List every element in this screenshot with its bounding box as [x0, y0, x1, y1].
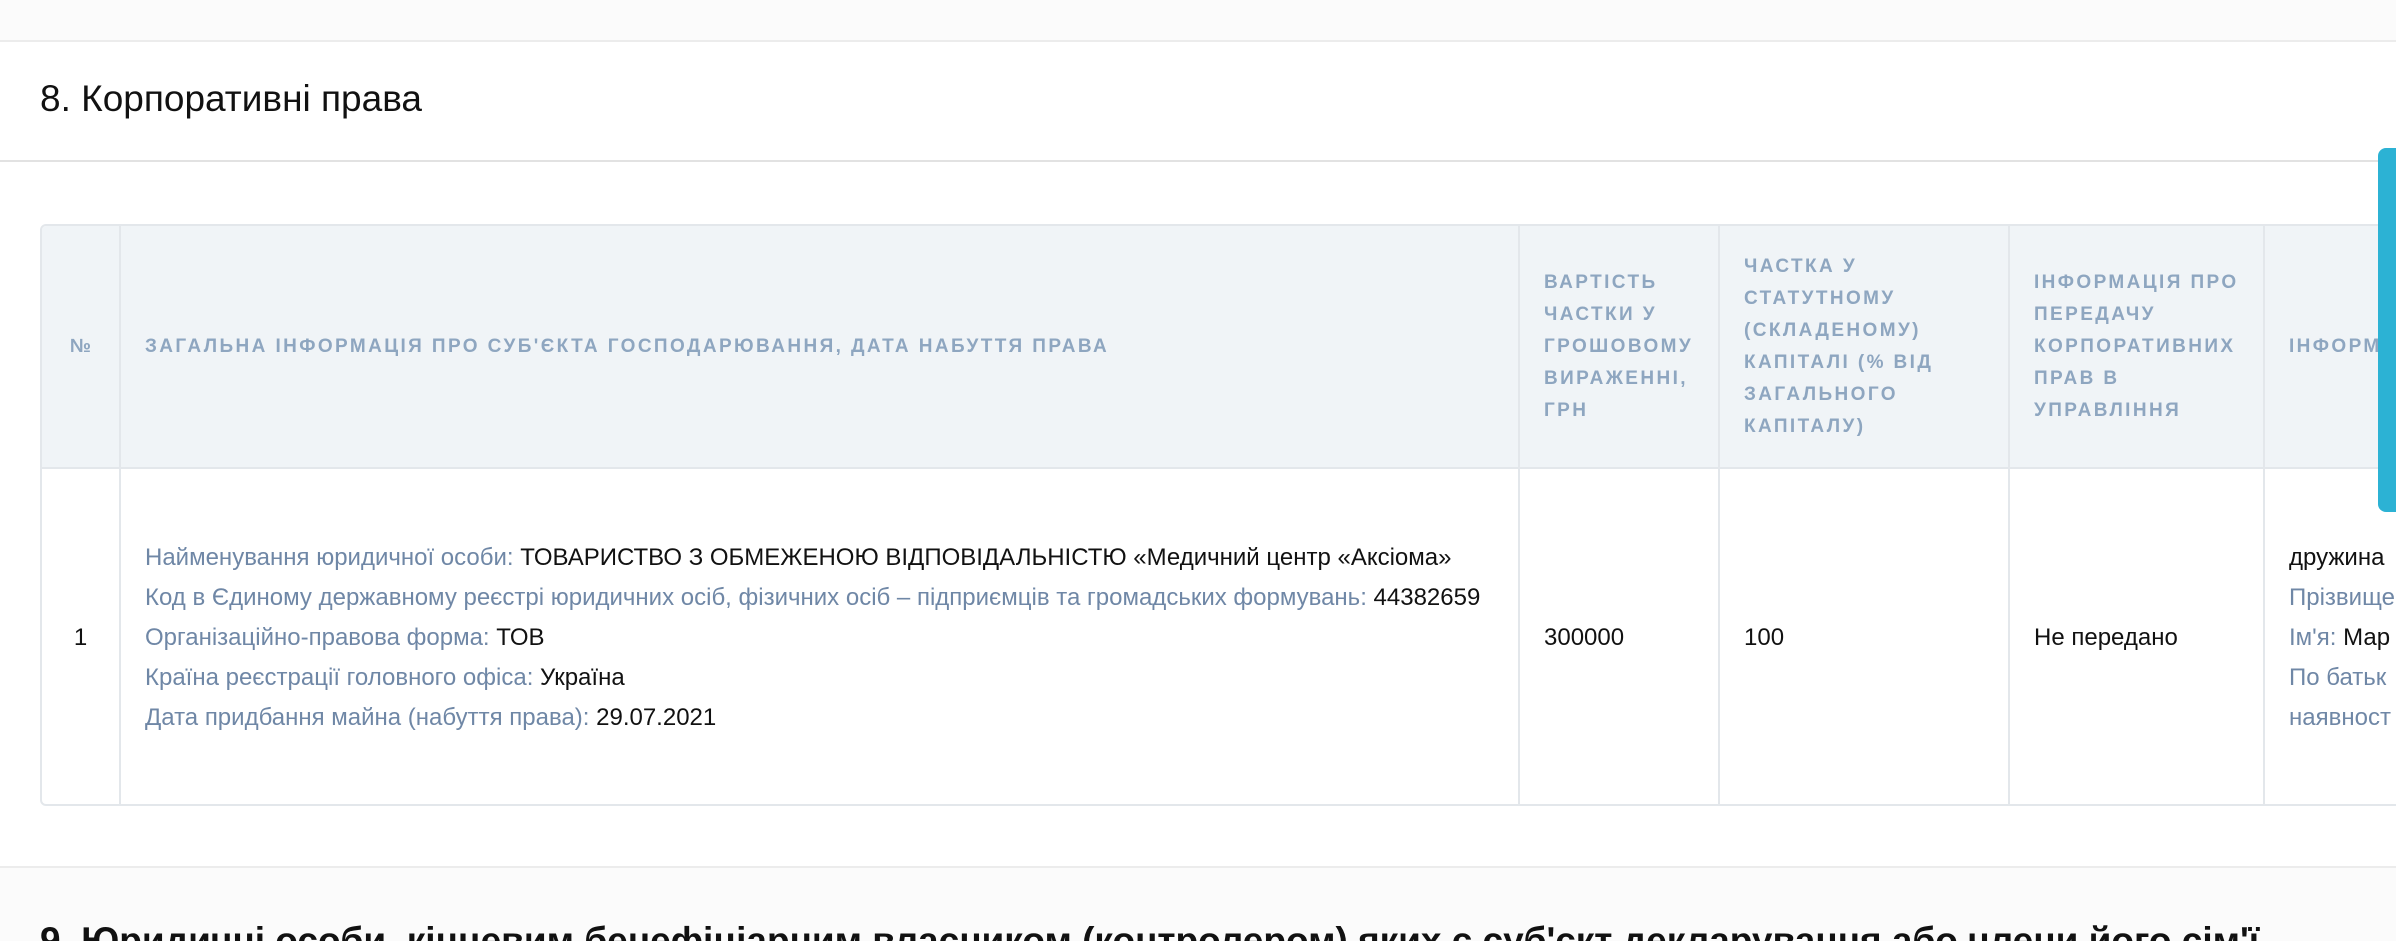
column-header-value: Вартість частки у грошовому вираженні, г…	[1519, 226, 1720, 469]
section-title: 8. Корпоративні права	[40, 78, 423, 119]
acquisition-date-field: Дата придбання майна (набуття права): 29…	[145, 698, 1494, 738]
column-header-share: Частка у статутному (складеному) капітал…	[1719, 226, 2010, 469]
holder-name-value: Мар	[2343, 623, 2391, 651]
transfer-cell: Не передано	[2009, 468, 2265, 804]
legal-form-label: Організаційно-правова форма:	[145, 623, 490, 651]
column-header-holder: Інформація про особу, якій належить	[2264, 226, 2396, 469]
side-panel-tab[interactable]	[2378, 148, 2396, 512]
holder-name-field: Ім'я: Мар	[2289, 618, 2396, 658]
acquisition-date-value: 29.07.2021	[596, 703, 717, 731]
column-header-general-info: Загальна інформація про суб'єкта господа…	[120, 226, 1520, 469]
share-cell: 100	[1719, 468, 2010, 804]
holder-cell: дружина Прізвище Ім'я: Мар По батьк наяв…	[2264, 468, 2396, 804]
holder-surname-label: Прізвище	[2289, 583, 2395, 611]
entity-name-value: ТОВАРИСТВО З ОБМЕЖЕНОЮ ВІДПОВІДАЛЬНІСТЮ …	[520, 543, 1452, 571]
entity-name-field: Найменування юридичної особи: ТОВАРИСТВО…	[145, 544, 1451, 571]
column-header-number: №	[42, 226, 121, 469]
entity-code-value: 44382659	[1373, 583, 1481, 611]
top-strip	[0, 0, 2396, 42]
page: 8. Корпоративні права № Загальна інформа…	[0, 0, 2396, 941]
table-header-row: № Загальна інформація про суб'єкта госпо…	[42, 226, 2396, 469]
entity-code-label: Код в Єдиному державному реєстрі юридичн…	[145, 583, 1367, 611]
holder-name-label: Ім'я:	[2289, 623, 2337, 651]
registration-country-field: Країна реєстрації головного офіса: Украї…	[145, 658, 1494, 698]
general-info-cell: Найменування юридичної особи: ТОВАРИСТВО…	[120, 468, 1520, 804]
next-section-title: 9. Юридичні особи, кінцевим бенефіціарни…	[40, 920, 2260, 941]
value-cell: 300000	[1519, 468, 1720, 804]
legal-form-field: Організаційно-правова форма: ТОВ	[145, 618, 1494, 658]
holder-patronymic-label: По батьк	[2289, 663, 2387, 691]
legal-form-value: ТОВ	[496, 623, 545, 651]
acquisition-date-label: Дата придбання майна (набуття права):	[145, 703, 590, 731]
corporate-rights-table: № Загальна інформація про суб'єкта госпо…	[40, 224, 2396, 806]
registration-country-label: Країна реєстрації головного офіса:	[145, 663, 534, 691]
entity-name-label: Найменування юридичної особи:	[145, 543, 514, 571]
column-header-transfer: Інформація про передачу корпоративних пр…	[2009, 226, 2265, 469]
table-row: 1 Найменування юридичної особи: ТОВАРИСТ…	[42, 468, 2396, 804]
registration-country-value: Україна	[540, 663, 625, 691]
row-number: 1	[42, 468, 121, 804]
entity-code-field: Код в Єдиному державному реєстрі юридичн…	[145, 578, 1494, 618]
holder-note-label: наявност	[2289, 703, 2391, 731]
holder-relation: дружина	[2289, 543, 2385, 571]
